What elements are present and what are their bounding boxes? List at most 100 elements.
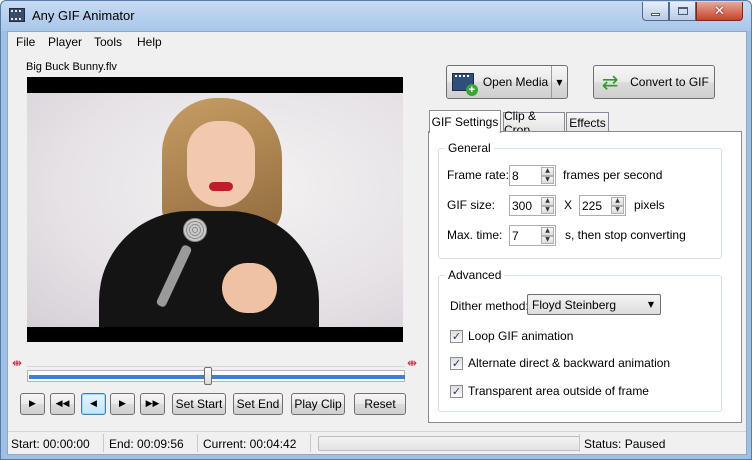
- skip-forward-button[interactable]: ▶▶: [140, 393, 165, 415]
- client-area: File Player Tools Help Big Buck Bunny.fl…: [7, 31, 747, 455]
- set-start-button[interactable]: Set Start: [172, 393, 226, 415]
- max-time-value: 7: [512, 228, 519, 243]
- minimize-button[interactable]: [642, 2, 669, 21]
- video-figure-face: [187, 121, 255, 207]
- advanced-group-title: Advanced: [445, 268, 505, 282]
- checkbox-icon[interactable]: ✓: [450, 329, 463, 343]
- alternate-animation-label: Alternate direct & backward animation: [468, 356, 671, 370]
- tab-clip-crop[interactable]: Clip & Crop: [503, 109, 565, 137]
- chevron-down-icon: ▼: [647, 300, 654, 309]
- menu-file[interactable]: File: [16, 35, 35, 49]
- general-group-title: General: [445, 141, 494, 155]
- title-bar[interactable]: Any GIF Animator ✕: [1, 1, 751, 31]
- transparent-area-label: Transparent area outside of frame: [468, 384, 649, 398]
- menu-help[interactable]: Help: [137, 35, 162, 49]
- dither-method-select[interactable]: Floyd Steinberg ▼: [527, 294, 661, 315]
- checkbox-icon[interactable]: ✓: [450, 356, 463, 370]
- conversion-progress-bar: [318, 436, 580, 451]
- video-figure-hand: [222, 263, 277, 313]
- skip-back-button[interactable]: ◀◀: [50, 393, 75, 415]
- status-separator: [579, 434, 580, 452]
- loop-gif-checkbox[interactable]: ✓ Loop GIF animation: [450, 329, 573, 343]
- set-end-button[interactable]: Set End: [233, 393, 283, 415]
- max-time-unit: s, then stop converting: [565, 228, 686, 242]
- spinner-arrows-icon[interactable]: ▲ ▼: [611, 197, 624, 214]
- status-separator: [310, 434, 311, 452]
- maximize-icon: [677, 7, 688, 15]
- skip-back-icon: ◀◀: [55, 399, 70, 409]
- step-forward-button[interactable]: ▶: [110, 393, 135, 415]
- loop-gif-label: Loop GIF animation: [468, 329, 574, 343]
- seek-fill: [29, 375, 405, 379]
- status-bar: Start: 00:00:00 End: 00:09:56 Current: 0…: [8, 431, 746, 454]
- clip-range-line: [27, 366, 405, 367]
- spinner-arrows-icon[interactable]: ▲ ▼: [541, 227, 554, 244]
- open-media-icon: [451, 73, 478, 96]
- maximize-button[interactable]: [669, 2, 696, 21]
- gif-size-label: GIF size:: [447, 198, 496, 212]
- size-times-label: X: [564, 198, 573, 212]
- status-current-time: Current: 00:04:42: [203, 437, 297, 451]
- dither-method-value: Floyd Steinberg: [532, 297, 617, 312]
- step-forward-icon: ▶: [119, 399, 126, 409]
- open-media-button[interactable]: Open Media ▼: [446, 65, 568, 99]
- status-end-time: End: 00:09:56: [109, 437, 184, 451]
- spinner-arrows-icon[interactable]: ▲ ▼: [541, 167, 554, 184]
- video-frame: [27, 93, 403, 327]
- gif-height-spinner[interactable]: 225 ▲ ▼: [579, 195, 626, 216]
- menu-bar: File Player Tools Help: [8, 32, 746, 52]
- size-unit: pixels: [634, 198, 665, 212]
- video-figure-body: [99, 211, 319, 327]
- close-icon: ✕: [714, 3, 725, 19]
- status-state: Status: Paused: [584, 437, 666, 451]
- open-media-dropdown[interactable]: ▼: [551, 66, 567, 98]
- convert-label: Convert to GIF: [630, 75, 709, 89]
- transparent-area-checkbox[interactable]: ✓ Transparent area outside of frame: [450, 384, 649, 398]
- alternate-animation-checkbox[interactable]: ✓ Alternate direct & backward animation: [450, 356, 670, 370]
- frame-rate-unit: frames per second: [563, 168, 663, 182]
- max-time-spinner[interactable]: 7 ▲ ▼: [509, 225, 556, 246]
- menu-tools[interactable]: Tools: [94, 35, 122, 49]
- play-clip-button[interactable]: Play Clip: [291, 393, 345, 415]
- gif-width-spinner[interactable]: 300 ▲ ▼: [509, 195, 556, 216]
- frame-rate-value: 8: [512, 168, 519, 183]
- file-name-label: Big Buck Bunny.flv: [26, 61, 117, 73]
- clip-start-marker-icon[interactable]: ⇼: [12, 356, 22, 370]
- status-start-time: Start: 00:00:00: [11, 437, 90, 451]
- film-strip-icon: [9, 8, 25, 22]
- chevron-down-icon: ▼: [556, 77, 563, 87]
- app-window: Any GIF Animator ✕ File Player Tools Hel…: [0, 0, 752, 460]
- status-separator: [103, 434, 104, 452]
- play-icon: ▶: [29, 399, 36, 409]
- close-button[interactable]: ✕: [696, 2, 743, 21]
- menu-player[interactable]: Player: [48, 35, 82, 49]
- advanced-group: Advanced Dither method: Floyd Steinberg …: [438, 268, 722, 412]
- open-media-label: Open Media: [482, 75, 549, 89]
- gif-settings-panel: General Frame rate: 8 ▲ ▼ frames per seco…: [428, 131, 742, 423]
- frame-rate-spinner[interactable]: 8 ▲ ▼: [509, 165, 556, 186]
- skip-forward-icon: ▶▶: [145, 399, 160, 409]
- video-figure-lips: [209, 182, 233, 191]
- minimize-icon: [651, 13, 660, 16]
- max-time-label: Max. time:: [447, 228, 503, 242]
- tab-effects[interactable]: Effects: [566, 112, 609, 132]
- play-button[interactable]: ▶: [20, 393, 45, 415]
- spinner-arrows-icon[interactable]: ▲ ▼: [541, 197, 554, 214]
- status-separator: [197, 434, 198, 452]
- clip-end-marker-icon[interactable]: ⇼: [407, 356, 417, 370]
- video-preview: [27, 77, 403, 342]
- step-back-button[interactable]: ◀: [81, 393, 106, 415]
- tab-gif-settings[interactable]: GIF Settings: [429, 110, 501, 133]
- seek-slider[interactable]: [27, 370, 405, 382]
- convert-button[interactable]: ⇄ Convert to GIF: [593, 65, 715, 99]
- frame-rate-label: Frame rate:: [447, 168, 510, 182]
- reset-button[interactable]: Reset: [354, 393, 406, 415]
- checkbox-icon[interactable]: ✓: [450, 384, 463, 398]
- microphone-icon: [183, 218, 207, 242]
- convert-arrows-icon: ⇄: [601, 70, 619, 94]
- window-title: Any GIF Animator: [32, 8, 135, 23]
- gif-width-value: 300: [512, 198, 533, 213]
- dither-method-label: Dither method:: [450, 299, 529, 313]
- gif-height-value: 225: [582, 198, 603, 213]
- seek-thumb[interactable]: [204, 367, 212, 385]
